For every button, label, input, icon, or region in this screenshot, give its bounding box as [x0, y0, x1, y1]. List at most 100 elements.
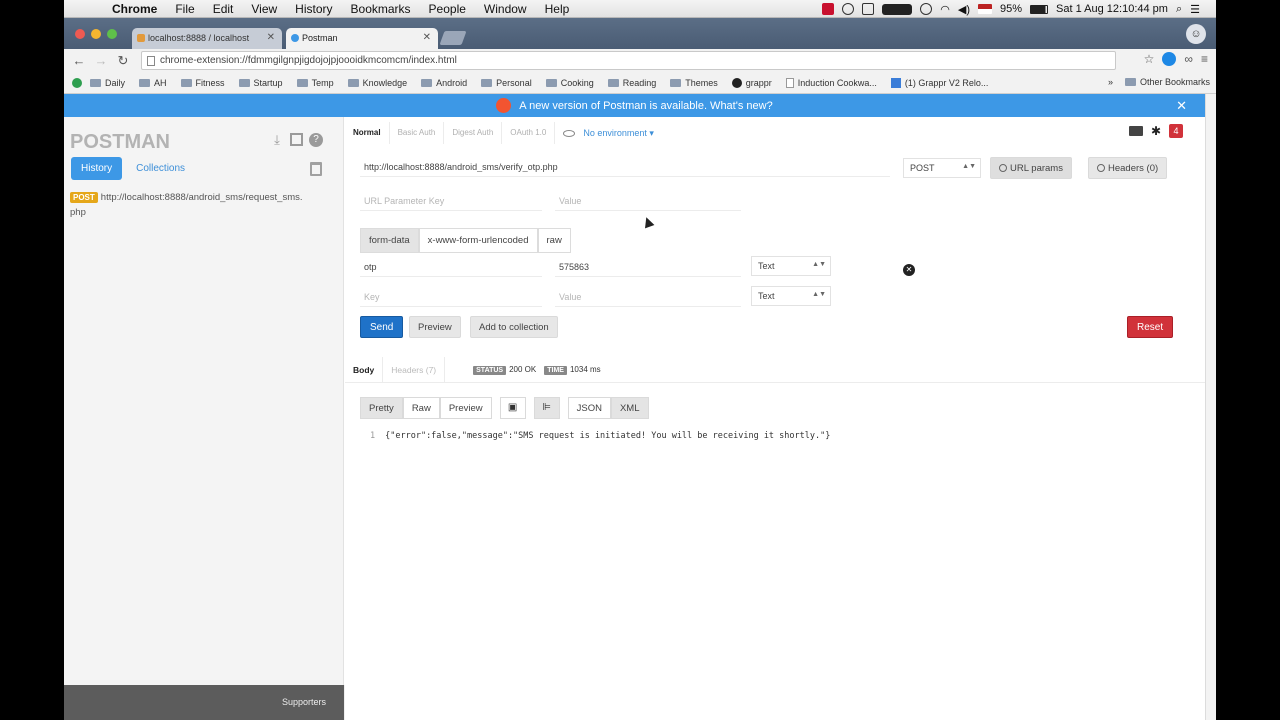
bookmark-induction[interactable]: Induction Cookwa... — [785, 77, 877, 88]
bookmark-knowledge[interactable]: Knowledge — [347, 78, 407, 88]
tab-normal[interactable]: Normal — [345, 122, 390, 144]
bookmark-fitness[interactable]: Fitness — [180, 78, 225, 88]
status-window-icon[interactable] — [862, 3, 875, 15]
menubar-clock[interactable]: Sat 1 Aug 12:10:44 pm — [1056, 3, 1168, 15]
new-tab-button[interactable] — [439, 31, 467, 45]
tab-collections[interactable]: Collections — [126, 157, 195, 180]
notification-center-icon[interactable]: ☰ — [1190, 3, 1200, 16]
bookmark-cooking[interactable]: Cooking — [545, 78, 594, 88]
bookmark-personal[interactable]: Personal — [481, 78, 532, 88]
input-source-flag-icon[interactable] — [978, 4, 992, 14]
tab-raw[interactable]: raw — [537, 228, 571, 253]
eye-icon[interactable] — [563, 129, 576, 137]
bookmark-startup[interactable]: Startup — [238, 78, 283, 88]
bookmark-android[interactable]: Android — [421, 78, 467, 88]
reset-button[interactable]: Reset — [1127, 316, 1174, 338]
tab-close-icon[interactable]: ✕ — [423, 32, 431, 43]
tab-history[interactable]: History — [71, 157, 123, 180]
wrench-icon[interactable]: ✱ — [1151, 125, 1161, 137]
menu-history[interactable]: History — [295, 2, 332, 16]
remove-row-icon[interactable]: ✕ — [903, 264, 915, 276]
form-type-select-empty[interactable]: Text ▲▼ — [751, 286, 831, 306]
bookmark-grappr-v2[interactable]: (1) Grappr V2 Relo... — [890, 77, 988, 88]
address-bar[interactable]: chrome-extension://fdmmgilgnpjigdojojpjo… — [141, 51, 1116, 70]
tab-oauth[interactable]: OAuth 1.0 — [502, 122, 556, 144]
response-preview-button[interactable]: Preview — [439, 397, 492, 419]
tab-localhost[interactable]: localhost:8888 / localhost ✕ — [132, 28, 282, 49]
back-arrow-icon[interactable]: ← — [68, 53, 90, 68]
tab-response-headers[interactable]: Headers (7) — [383, 356, 446, 383]
status-time-machine-icon[interactable] — [920, 3, 933, 15]
wrap-lines-icon[interactable]: ⊫ — [533, 397, 560, 419]
menu-bookmarks[interactable]: Bookmarks — [351, 2, 411, 16]
glasses-extension-icon[interactable]: ∞ — [1184, 52, 1193, 66]
url-params-button[interactable]: URL params — [990, 157, 1072, 179]
download-icon[interactable]: ⤓ — [270, 133, 284, 147]
help-icon[interactable]: ? — [309, 133, 323, 147]
tab-response-body[interactable]: Body — [345, 356, 384, 383]
status-sync-icon[interactable] — [842, 3, 855, 15]
menu-people[interactable]: People — [429, 2, 466, 16]
url-param-value-input[interactable] — [555, 191, 741, 211]
bookmark-temp[interactable]: Temp — [296, 78, 334, 88]
request-url-input[interactable] — [360, 157, 890, 177]
battery-icon[interactable] — [1030, 4, 1049, 14]
status-app-icon[interactable] — [822, 3, 835, 15]
bookmark-star-icon[interactable]: ☆ — [1144, 52, 1155, 66]
form-type-select[interactable]: Text ▲▼ — [751, 256, 831, 276]
tab-urlencoded[interactable]: x-www-form-urlencoded — [418, 228, 538, 253]
battery-percent[interactable]: 95% — [1000, 3, 1022, 15]
environment-selector[interactable]: No environment ▾ — [563, 128, 654, 139]
banner-text[interactable]: A new version of Postman is available. W… — [519, 100, 772, 112]
send-button[interactable]: Send — [360, 316, 404, 338]
url-param-key-input[interactable] — [360, 191, 542, 211]
profile-icon[interactable]: ☺ — [1186, 24, 1206, 44]
menu-window[interactable]: Window — [484, 2, 527, 16]
window-minimize-button[interactable] — [91, 29, 101, 39]
notification-badge[interactable]: 4 — [1169, 124, 1183, 138]
tab-postman[interactable]: Postman ✕ — [286, 28, 438, 49]
chrome-menu-icon[interactable]: ≡ — [1201, 52, 1208, 66]
bookmark-reading[interactable]: Reading — [607, 78, 656, 88]
menu-app[interactable]: Chrome — [112, 2, 157, 16]
window-close-button[interactable] — [75, 29, 85, 39]
menu-edit[interactable]: Edit — [213, 2, 234, 16]
menu-file[interactable]: File — [175, 2, 194, 16]
headers-button[interactable]: Headers (0) — [1088, 157, 1168, 179]
pretty-button[interactable]: Pretty — [360, 397, 403, 419]
bookmark-themes[interactable]: Themes — [670, 78, 718, 88]
add-to-collection-button[interactable]: Add to collection — [470, 316, 558, 338]
bookmarks-overflow-button[interactable]: » — [1108, 77, 1113, 87]
tab-basic-auth[interactable]: Basic Auth — [390, 122, 445, 144]
reload-icon[interactable]: ↻ — [112, 53, 134, 69]
tab-close-icon[interactable]: ✕ — [267, 32, 275, 43]
trash-icon[interactable] — [310, 162, 322, 176]
wifi-icon[interactable]: ◠ — [940, 3, 950, 16]
extension-icon[interactable] — [1162, 52, 1177, 66]
banner-close-icon[interactable]: ✕ — [1176, 98, 1187, 114]
bookmark-ah[interactable]: AH — [139, 78, 167, 88]
menu-view[interactable]: View — [251, 2, 277, 16]
method-select[interactable]: POST ▲▼ — [903, 158, 981, 178]
other-bookmarks[interactable]: Other Bookmarks — [1124, 77, 1210, 87]
forward-arrow-icon[interactable]: → — [90, 53, 112, 68]
apps-icon[interactable] — [72, 77, 82, 88]
spotlight-search-icon[interactable]: ⌕ — [1176, 3, 1182, 16]
tab-digest-auth[interactable]: Digest Auth — [444, 122, 503, 144]
window-zoom-button[interactable] — [107, 29, 117, 39]
supporters-link[interactable]: Supporters — [282, 697, 326, 707]
menu-help[interactable]: Help — [545, 2, 570, 16]
settings-icon[interactable] — [290, 133, 303, 146]
form-value-input-empty[interactable] — [555, 287, 741, 307]
volume-icon[interactable]: ◀) — [958, 3, 970, 16]
json-button[interactable]: JSON — [567, 397, 611, 419]
bookmark-daily[interactable]: Daily — [90, 78, 125, 88]
form-key-input[interactable] — [360, 257, 542, 277]
page-scrollbar[interactable] — [1205, 94, 1216, 720]
raw-button[interactable]: Raw — [402, 397, 440, 419]
tab-form-data[interactable]: form-data — [360, 228, 419, 253]
xml-button[interactable]: XML — [610, 397, 649, 419]
history-item[interactable]: POST http://localhost:8888/android_sms/re… — [70, 190, 306, 220]
form-key-input-empty[interactable] — [360, 287, 542, 307]
keyboard-icon[interactable] — [1128, 126, 1143, 136]
